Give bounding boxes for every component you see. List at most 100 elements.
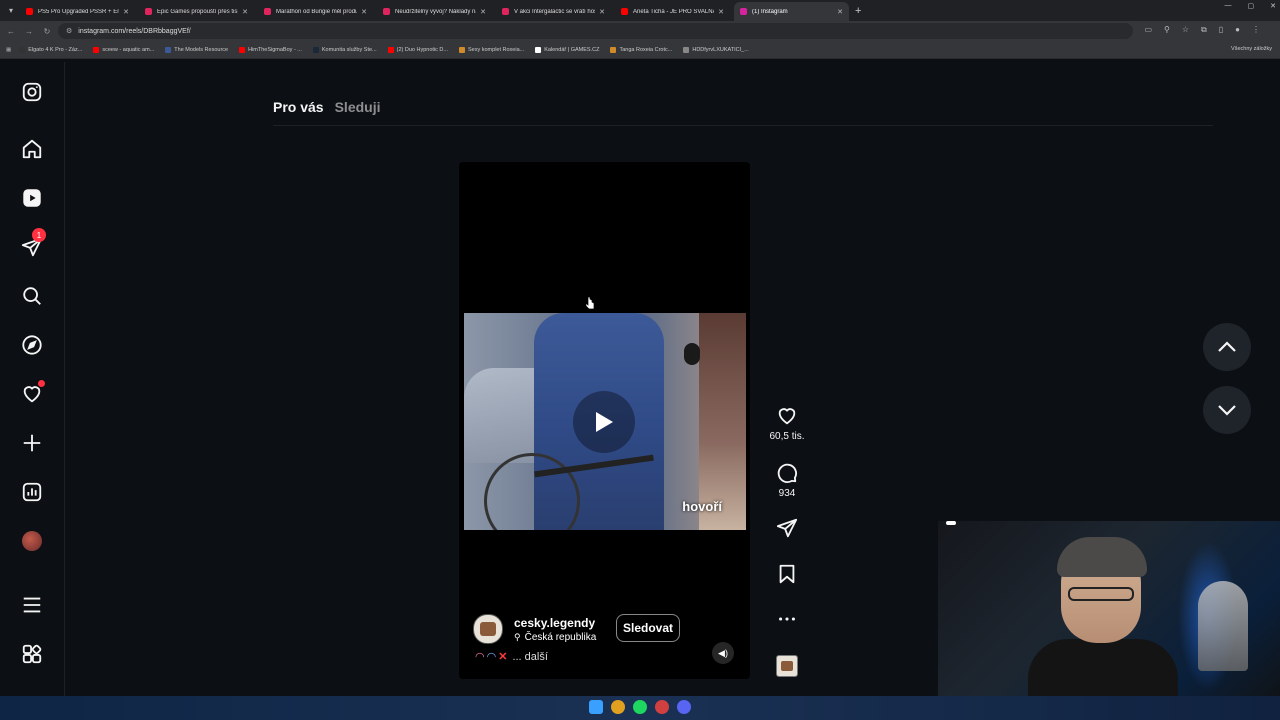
site-info-icon[interactable]: ⚙ <box>66 27 72 35</box>
app-icon[interactable] <box>655 700 669 714</box>
close-window-icon[interactable]: ✕ <box>1270 2 1276 10</box>
follow-button[interactable]: Sledovat <box>616 614 681 642</box>
browser-tab[interactable]: Aneta Tichá - JE PRO SVALNAT... ✕ <box>615 2 730 21</box>
notifications-heart-icon[interactable] <box>20 380 45 406</box>
tab-close-icon[interactable]: ✕ <box>718 8 724 16</box>
back-icon[interactable]: ← <box>4 27 18 36</box>
reel-description[interactable]: ◠ ◠ ✕ ... další <box>475 650 548 664</box>
reel-video[interactable]: hovoří <box>464 313 746 530</box>
bookmark-item[interactable]: HDDfyrvLXUKATICI_... <box>683 46 749 53</box>
reload-icon[interactable]: ↻ <box>40 27 54 36</box>
tab-close-icon[interactable]: ✕ <box>599 8 605 16</box>
new-tab-button[interactable]: + <box>855 5 861 17</box>
share-button[interactable] <box>768 517 806 539</box>
create-plus-icon[interactable] <box>20 431 44 455</box>
window-controls: — ▢ ✕ <box>1225 2 1277 10</box>
owner-username[interactable]: cesky.legendy <box>514 616 596 630</box>
owner-location[interactable]: ⚲ Česká republika <box>514 632 596 643</box>
play-icon[interactable] <box>573 391 635 453</box>
owner-avatar[interactable] <box>473 614 503 644</box>
audio-thumbnail[interactable] <box>768 655 806 677</box>
windows-start-icon[interactable] <box>589 700 603 714</box>
bookmark-item[interactable]: (2) Duo Hypnotic D... <box>387 46 448 53</box>
more-options-button[interactable] <box>768 608 806 630</box>
tab-close-icon[interactable]: ✕ <box>480 8 486 16</box>
bookmark-label: Elgato 4 K Pro - Záz... <box>28 46 83 53</box>
browser-tab[interactable]: V akci Intergalactic se vrátí hosté... ✕ <box>496 2 611 21</box>
notifications-dot <box>38 380 45 387</box>
search-icon[interactable] <box>20 284 44 308</box>
bookmark-item[interactable]: sceew - aquatic am... <box>93 46 155 53</box>
browser-tab[interactable]: Epic Games propouští přes tisíc... ✕ <box>139 2 254 21</box>
all-bookmarks[interactable]: Všechny záložky <box>1231 46 1272 52</box>
bookmark-label: sceew - aquatic am... <box>102 46 155 53</box>
more-menu-icon[interactable] <box>20 593 44 617</box>
tab-title: PS5 Pro Upgraded PSSR + Enh... <box>38 8 119 15</box>
home-icon[interactable] <box>20 137 44 161</box>
bookmark-item[interactable]: Sexy komplet Roxeia... <box>458 46 524 53</box>
webcam-overlay <box>938 521 1280 720</box>
bookmark-item[interactable]: The Models Resource <box>165 46 228 53</box>
comment-icon <box>777 463 797 483</box>
more-dots-icon <box>779 617 795 621</box>
extensions-icon[interactable]: ⧉ <box>1201 25 1207 35</box>
tab-close-icon[interactable]: ✕ <box>242 8 248 16</box>
bookmark-item[interactable]: HimTheSigmaBoy - ... <box>239 46 302 53</box>
more-link[interactable]: ... další <box>512 651 547 663</box>
browser-tab[interactable]: (1) Instagram ✕ <box>734 2 849 21</box>
tab-following[interactable]: Sleduji <box>335 99 381 115</box>
like-button[interactable]: 60,5 tis. <box>768 405 806 442</box>
previous-reel-button[interactable] <box>1203 323 1251 371</box>
tab-close-icon[interactable]: ✕ <box>361 8 367 16</box>
bookmark-star-icon[interactable]: ☆ <box>1182 25 1189 35</box>
instagram-logo-icon[interactable] <box>20 80 44 104</box>
chrome-icon[interactable] <box>611 700 625 714</box>
browser-tab[interactable]: Marathon od Bungie měl produ... ✕ <box>258 2 373 21</box>
sidebar-toggle-icon[interactable]: ▯ <box>1219 25 1223 35</box>
bookmark-favicon-icon <box>387 46 394 53</box>
menu-icon[interactable]: ⋮ <box>1252 25 1260 35</box>
url-text: instagram.com/reels/DBRbbaggVEf/ <box>78 27 191 35</box>
bookmark-item[interactable]: Komunita služby Ste... <box>312 46 377 53</box>
apps-grid-icon[interactable] <box>20 642 44 666</box>
discord-icon[interactable] <box>677 700 691 714</box>
cross-emoji-icon: ✕ <box>498 651 508 663</box>
video-caption: hovoří <box>682 499 722 514</box>
next-reel-button[interactable] <box>1203 386 1251 434</box>
tab-for-you[interactable]: Pro vás <box>273 99 324 115</box>
tab-close-icon[interactable]: ✕ <box>837 8 843 16</box>
explore-icon[interactable] <box>20 333 44 357</box>
browser-tab[interactable]: Neudržitelný vývoj? Náklady na... ✕ <box>377 2 492 21</box>
location-label: Česká republika <box>524 631 597 643</box>
minimize-icon[interactable]: — <box>1225 2 1232 10</box>
profile-icon[interactable]: ● <box>1235 25 1240 35</box>
tab-title: Neudržitelný vývoj? Náklady na... <box>395 8 477 15</box>
bookmark-favicon-icon <box>239 46 246 53</box>
reel-owner: cesky.legendy ⚲ Česká republika <box>473 614 596 644</box>
tab-search-icon[interactable]: ▾ <box>5 5 17 17</box>
spotify-icon[interactable] <box>633 700 647 714</box>
forward-icon[interactable]: → <box>22 27 36 36</box>
address-bar[interactable]: ⚙ instagram.com/reels/DBRbbaggVEf/ <box>58 23 1133 39</box>
volume-icon[interactable]: ◀) <box>712 642 734 664</box>
save-button[interactable] <box>768 563 806 585</box>
tab-favicon-icon <box>740 8 747 15</box>
tabs-divider <box>273 125 1213 126</box>
bookmark-item[interactable]: Elgato 4 K Pro - Záz... <box>19 46 83 53</box>
dashboard-icon[interactable] <box>20 480 44 504</box>
cast-icon[interactable]: ▭ <box>1144 25 1152 35</box>
browser-tab[interactable]: PS5 Pro Upgraded PSSR + Enh... ✕ <box>20 2 135 21</box>
tab-favicon-icon <box>264 8 271 15</box>
bookmark-item[interactable]: Kalendář | GAMES.CZ <box>535 46 599 53</box>
reel-player[interactable]: hovoří cesky.legendy ⚲ Česká republika S… <box>459 162 750 679</box>
zoom-icon[interactable]: ⚲ <box>1164 25 1170 35</box>
profile-avatar[interactable] <box>20 529 44 553</box>
apps-icon[interactable]: ▦ <box>6 47 11 53</box>
reels-icon[interactable] <box>20 186 44 210</box>
tab-close-icon[interactable]: ✕ <box>123 8 129 16</box>
messages-icon[interactable]: 1 <box>20 228 46 259</box>
chevron-down-icon <box>1218 405 1236 416</box>
bookmark-item[interactable]: Tanga Roxeia Crotc... <box>610 46 672 53</box>
maximize-icon[interactable]: ▢ <box>1248 2 1255 10</box>
comment-button[interactable]: 934 <box>768 462 806 499</box>
